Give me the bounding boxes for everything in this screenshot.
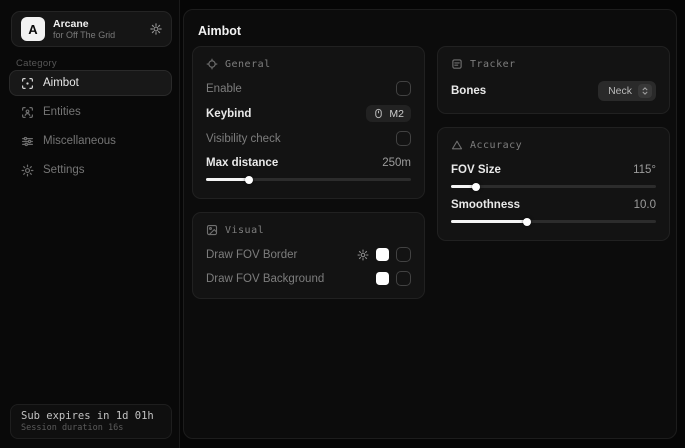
bones-value: Neck [608, 85, 632, 97]
sidebar-item-label: Entities [43, 106, 81, 118]
sidebar-item-settings[interactable]: Settings [9, 157, 172, 183]
sidebar-item-label: Settings [43, 164, 85, 176]
gear-icon [21, 164, 34, 177]
smoothness-slider[interactable] [451, 216, 656, 226]
sliders-icon [21, 135, 34, 148]
section-title: General [225, 59, 271, 70]
page-title: Aimbot [198, 24, 241, 38]
max-distance-slider[interactable] [206, 174, 411, 184]
triangle-icon [451, 139, 463, 151]
max-distance-value: 250m [382, 157, 411, 169]
visual-card: Visual Draw FOV Border [192, 212, 425, 299]
keybind-label: Keybind [206, 108, 251, 120]
subscription-card: Sub expires in 1d 01h Session duration 1… [10, 404, 172, 439]
section-title: Visual [225, 225, 264, 236]
sidebar: A Arcane for Off The Grid Category Aimbo… [0, 0, 180, 448]
general-card: General Enable Keybind M2 [192, 46, 425, 199]
keybind-value: M2 [389, 108, 404, 120]
tracker-card: Tracker Bones Neck [437, 46, 670, 114]
bones-select[interactable]: Neck [598, 81, 656, 101]
gear-icon[interactable] [150, 23, 162, 35]
fov-background-color-swatch[interactable] [376, 272, 389, 285]
visibility-check-label: Visibility check [206, 133, 281, 145]
tracker-icon [451, 58, 463, 70]
sidebar-item-miscellaneous[interactable]: Miscellaneous [9, 128, 172, 154]
main-panel: Aimbot General Enable K [183, 9, 677, 439]
smoothness-label: Smoothness [451, 199, 520, 211]
sidebar-nav: Aimbot Entities Miscellaneous [9, 70, 172, 183]
app-title: Arcane [53, 18, 142, 30]
draw-fov-background-label: Draw FOV Background [206, 273, 324, 285]
gear-icon[interactable] [357, 249, 369, 261]
image-icon [206, 224, 218, 236]
bones-label: Bones [451, 85, 486, 97]
category-label: Category [16, 58, 57, 69]
crosshair-icon [206, 58, 218, 70]
fov-border-color-swatch[interactable] [376, 248, 389, 261]
sidebar-item-entities[interactable]: Entities [9, 99, 172, 125]
smoothness-value: 10.0 [634, 199, 656, 211]
app-subtitle: for Off The Grid [53, 30, 142, 40]
keybind-badge[interactable]: M2 [366, 105, 411, 122]
sub-expires-text: Sub expires in 1d 01h [21, 410, 161, 422]
section-title: Accuracy [470, 140, 522, 151]
fov-size-label: FOV Size [451, 164, 501, 176]
section-title: Tracker [470, 59, 516, 70]
session-duration-text: Session duration 16s [21, 423, 161, 433]
sidebar-item-label: Aimbot [43, 77, 79, 89]
sidebar-item-label: Miscellaneous [43, 135, 116, 147]
app-logo: A [21, 17, 45, 41]
visibility-check-checkbox[interactable] [396, 131, 411, 146]
enable-checkbox[interactable] [396, 81, 411, 96]
mouse-icon [373, 108, 384, 119]
brand-card: A Arcane for Off The Grid [11, 11, 172, 47]
draw-fov-border-checkbox[interactable] [396, 247, 411, 262]
crosshair-scan-icon [21, 77, 34, 90]
draw-fov-border-label: Draw FOV Border [206, 249, 297, 261]
fov-size-value: 115° [633, 164, 656, 176]
fov-size-slider[interactable] [451, 181, 656, 191]
accuracy-card: Accuracy FOV Size 115° Smoothness 10.0 [437, 127, 670, 241]
person-scan-icon [21, 106, 34, 119]
draw-fov-background-checkbox[interactable] [396, 271, 411, 286]
chevrons-up-down-icon [638, 84, 652, 98]
sidebar-item-aimbot[interactable]: Aimbot [9, 70, 172, 96]
slider-thumb[interactable] [523, 218, 531, 226]
enable-label: Enable [206, 83, 242, 95]
max-distance-label: Max distance [206, 157, 278, 169]
slider-thumb[interactable] [245, 176, 253, 184]
slider-thumb[interactable] [472, 183, 480, 191]
